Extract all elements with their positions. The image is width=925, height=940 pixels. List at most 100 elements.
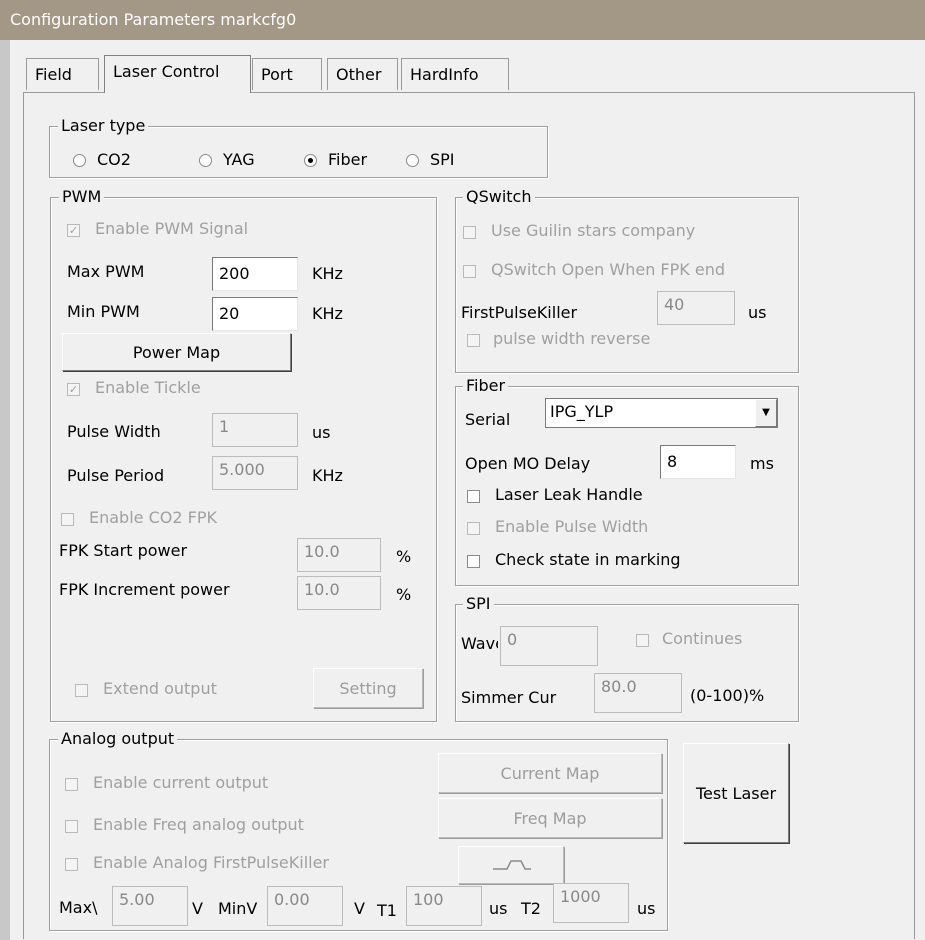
simmer-cur-input[interactable]: 80.0 bbox=[594, 673, 682, 713]
tab-hardinfo[interactable]: HardInfo bbox=[401, 58, 509, 90]
checkbox-label: Extend output bbox=[103, 679, 217, 698]
tab-laser-control[interactable]: Laser Control bbox=[104, 55, 251, 93]
radio-fiber[interactable] bbox=[304, 154, 317, 167]
extend-output-checkbox[interactable] bbox=[75, 684, 88, 697]
unit-label: V bbox=[192, 899, 203, 918]
tab-label: HardInfo bbox=[410, 65, 479, 84]
group-label: PWM bbox=[59, 188, 105, 206]
group-label: SPI bbox=[463, 595, 494, 613]
unit-label: KHz bbox=[312, 466, 343, 485]
checkbox-label: Laser Leak Handle bbox=[495, 485, 643, 504]
serial-value: IPG_YLP bbox=[550, 402, 614, 421]
tab-field[interactable]: Field bbox=[26, 58, 99, 90]
tab-port[interactable]: Port bbox=[252, 58, 322, 90]
unit-label: KHz bbox=[312, 304, 343, 323]
open-mo-delay-label: Open MO Delay bbox=[465, 454, 591, 473]
min-pwm-label: Min PWM bbox=[67, 302, 140, 321]
pulse-width-label: Pulse Width bbox=[67, 422, 161, 441]
serial-label: Serial bbox=[465, 410, 511, 429]
left-edge bbox=[0, 40, 10, 940]
fpk-increment-power-input[interactable]: 10.0 bbox=[297, 576, 381, 610]
first-pulse-killer-label: FirstPulseKiller bbox=[461, 303, 578, 322]
enable-analog-fpk-checkbox[interactable] bbox=[65, 858, 78, 871]
checkbox-label: Enable current output bbox=[93, 773, 269, 792]
radio-label: Fiber bbox=[328, 150, 368, 169]
radio-yag[interactable] bbox=[199, 154, 212, 167]
group-label: QSwitch bbox=[463, 188, 535, 206]
t1-label: T1 bbox=[377, 901, 397, 920]
checkbox-label: Continues bbox=[662, 629, 743, 648]
wave-input[interactable]: 0 bbox=[500, 626, 598, 666]
fpk-increment-power-label: FPK Increment power bbox=[59, 580, 230, 599]
checkbox-label: Enable Pulse Width bbox=[495, 517, 649, 536]
pulse-period-input[interactable]: 5.000 bbox=[212, 456, 298, 490]
radio-co2[interactable] bbox=[73, 154, 86, 167]
setting-button[interactable]: Setting bbox=[313, 668, 423, 708]
test-laser-button[interactable]: Test Laser bbox=[683, 743, 789, 843]
tab-other[interactable]: Other bbox=[327, 58, 398, 90]
unit-label: us bbox=[312, 423, 331, 442]
continues-checkbox[interactable] bbox=[636, 634, 649, 647]
fpk-start-power-label: FPK Start power bbox=[59, 541, 188, 560]
pulse-waveform-icon bbox=[493, 860, 531, 870]
minv-label: MinV bbox=[218, 899, 258, 918]
max-pwm-label: Max PWM bbox=[67, 262, 145, 281]
min-pwm-input[interactable]: 20 bbox=[212, 297, 298, 331]
unit-label: % bbox=[396, 547, 412, 566]
chevron-down-icon[interactable]: ▼ bbox=[755, 399, 777, 427]
checkbox-label: QSwitch Open When FPK end bbox=[491, 260, 725, 279]
checkbox-label: Enable Analog FirstPulseKiller bbox=[93, 853, 330, 872]
window-title: Configuration Parameters markcfg0 bbox=[10, 10, 297, 29]
enable-current-output-checkbox[interactable] bbox=[65, 778, 78, 791]
power-map-button[interactable]: Power Map bbox=[62, 333, 291, 371]
first-pulse-killer-input[interactable]: 40 bbox=[657, 291, 735, 325]
pulse-period-label: Pulse Period bbox=[67, 466, 165, 485]
pulse-width-input[interactable]: 1 bbox=[212, 413, 298, 447]
group-label: Analog output bbox=[58, 730, 178, 748]
checkbox-label: Enable Freq analog output bbox=[93, 815, 304, 834]
simmer-cur-label: Simmer Cur bbox=[461, 688, 557, 707]
laser-leak-handle-checkbox[interactable] bbox=[467, 490, 480, 503]
checkbox-label: Use Guilin stars company bbox=[491, 221, 696, 240]
radio-label: YAG bbox=[223, 150, 255, 169]
unit-label: V bbox=[354, 899, 365, 918]
pulse-shape-button[interactable] bbox=[458, 846, 564, 884]
serial-select[interactable]: IPG_YLP bbox=[545, 398, 778, 428]
enable-pulse-width-checkbox[interactable] bbox=[467, 522, 480, 535]
enable-pwm-signal-checkbox[interactable]: ✓ bbox=[67, 224, 80, 237]
max-pwm-input[interactable]: 200 bbox=[212, 257, 298, 291]
freq-map-button[interactable]: Freq Map bbox=[438, 798, 662, 838]
tab-label: Laser Control bbox=[113, 62, 220, 81]
group-label: Laser type bbox=[58, 117, 149, 135]
use-guilin-checkbox[interactable] bbox=[463, 226, 476, 239]
radio-label: SPI bbox=[430, 150, 455, 169]
open-mo-delay-input[interactable]: 8 bbox=[660, 445, 736, 479]
tab-label: Port bbox=[261, 65, 293, 84]
t2-input[interactable]: 1000 bbox=[553, 883, 629, 923]
check-state-checkbox[interactable] bbox=[467, 555, 480, 568]
tab-label: Field bbox=[35, 65, 72, 84]
enable-co2-fpk-checkbox[interactable] bbox=[61, 513, 74, 526]
unit-label: us bbox=[637, 899, 656, 918]
t1-input[interactable]: 100 bbox=[406, 886, 482, 926]
wave-label: Wave bbox=[461, 634, 498, 653]
maxv-input[interactable]: 5.00 bbox=[112, 886, 188, 926]
checkbox-label: Enable PWM Signal bbox=[95, 219, 249, 238]
tab-label: Other bbox=[336, 65, 382, 84]
unit-label: (0-100)% bbox=[690, 686, 765, 705]
minv-input[interactable]: 0.00 bbox=[267, 886, 343, 926]
t2-label: T2 bbox=[521, 899, 541, 918]
fpk-start-power-input[interactable]: 10.0 bbox=[297, 538, 381, 572]
checkbox-label: Check state in marking bbox=[495, 550, 681, 569]
enable-freq-analog-checkbox[interactable] bbox=[65, 820, 78, 833]
qswitch-open-fpk-end-checkbox[interactable] bbox=[463, 265, 476, 278]
pulse-width-reverse-checkbox[interactable] bbox=[467, 334, 480, 347]
unit-label: ms bbox=[750, 454, 774, 473]
radio-label: CO2 bbox=[97, 150, 131, 169]
unit-label: us bbox=[489, 899, 508, 918]
checkbox-label: Enable Tickle bbox=[95, 378, 201, 397]
current-map-button[interactable]: Current Map bbox=[438, 753, 662, 793]
enable-tickle-checkbox[interactable]: ✓ bbox=[67, 383, 80, 396]
title-bar: Configuration Parameters markcfg0 bbox=[0, 0, 925, 40]
radio-spi[interactable] bbox=[406, 154, 419, 167]
